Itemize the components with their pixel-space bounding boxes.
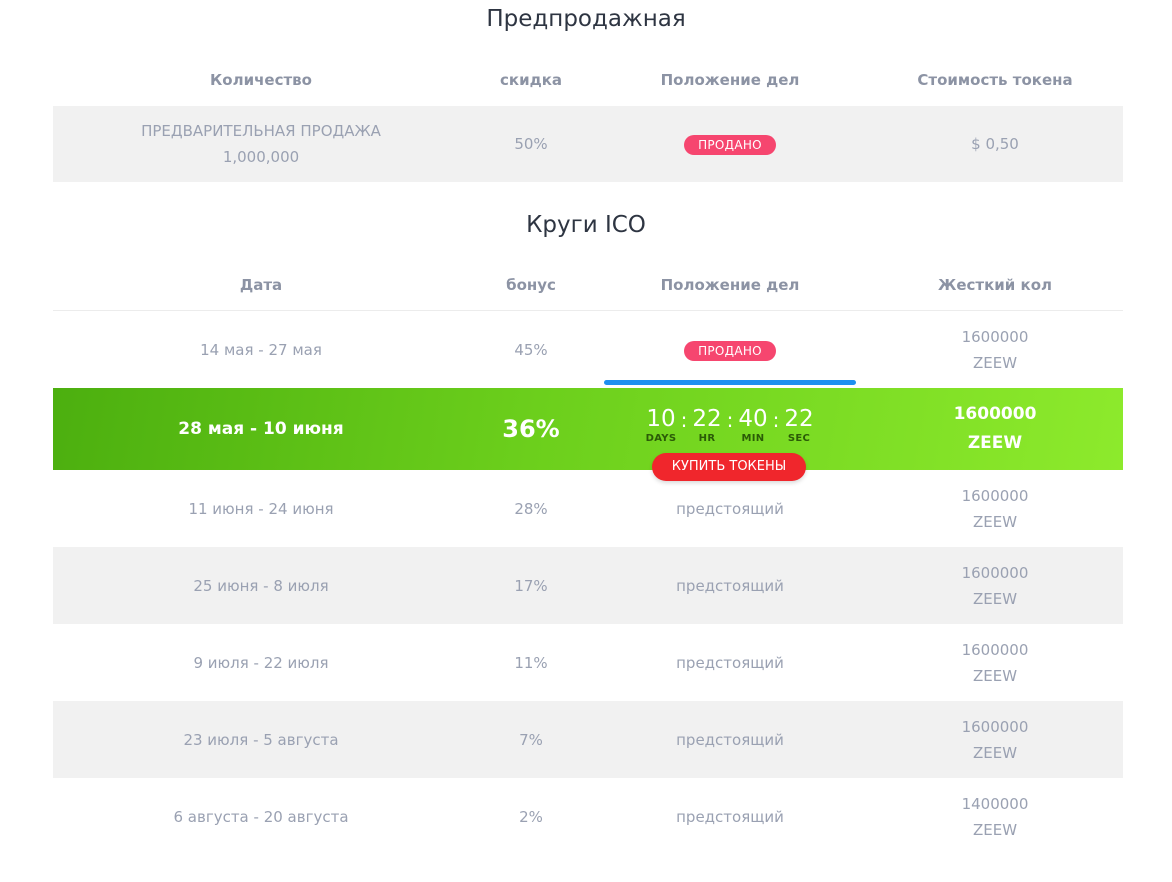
presale-discount: 50% xyxy=(514,135,548,153)
round-status: предстоящий xyxy=(676,499,784,518)
ico-table-header: Дата бонус Положение дел Жесткий кол xyxy=(53,273,1123,297)
table-row: 25 июня - 8 июля 17% предстоящий 1600000… xyxy=(53,547,1123,624)
hard-cap-unit: ZEEW xyxy=(972,589,1018,608)
ico-title: Круги ICO xyxy=(526,212,646,238)
hard-cap-amount: 1600000 xyxy=(961,327,1029,346)
header-hard-cap: Жесткий кол xyxy=(937,276,1053,294)
round-bonus: 28% xyxy=(514,499,548,518)
round-bonus: 36% xyxy=(502,415,560,443)
round-date: 11 июня - 24 июня xyxy=(188,499,334,518)
header-token-price: Стоимость токена xyxy=(917,71,1073,89)
round-date: 14 мая - 27 мая xyxy=(200,340,322,359)
countdown-hours: 22 HR xyxy=(688,407,726,444)
hard-cap-unit: ZEEW xyxy=(972,820,1018,839)
header-status: Положение дел xyxy=(660,71,800,89)
countdown-days-label: DAYS xyxy=(645,432,677,444)
presale-title: Предпродажная xyxy=(486,6,686,32)
round-bonus: 17% xyxy=(514,576,548,595)
countdown-seconds-label: SEC xyxy=(787,432,811,444)
presale-quantity-value: 1,000,000 xyxy=(222,148,300,166)
hard-cap-unit: ZEEW xyxy=(967,433,1023,453)
header-discount: скидка xyxy=(500,71,562,89)
countdown-separator: : xyxy=(726,407,734,432)
hard-cap-amount: 1600000 xyxy=(961,486,1029,505)
header-status: Положение дел xyxy=(660,276,800,294)
header-bonus: бонус xyxy=(506,276,556,294)
round-status: предстоящий xyxy=(676,576,784,595)
hard-cap-amount: 1400000 xyxy=(961,794,1029,813)
round-hard-cap: 1600000 ZEEW xyxy=(867,637,1123,689)
countdown-minutes-label: MIN xyxy=(741,432,765,444)
active-round-row: 28 мая - 10 июня 36% 10 DAYS : 22 HR : 4… xyxy=(53,388,1123,470)
countdown-minutes: 40 MIN xyxy=(734,407,772,444)
round-status: предстоящий xyxy=(676,807,784,826)
table-row: 6 августа - 20 августа 2% предстоящий 14… xyxy=(53,778,1123,855)
hard-cap-unit: ZEEW xyxy=(972,666,1018,685)
countdown-separator: : xyxy=(680,407,688,432)
hard-cap-amount: 1600000 xyxy=(953,404,1037,424)
table-row: 23 июля - 5 августа 7% предстоящий 16000… xyxy=(53,701,1123,778)
table-row: 9 июля - 22 июля 11% предстоящий 1600000… xyxy=(53,624,1123,701)
round-progress-bar xyxy=(604,380,856,385)
round-date: 28 мая - 10 июня xyxy=(178,419,344,439)
countdown-separator: : xyxy=(772,407,780,432)
header-quantity: Количество xyxy=(210,71,312,89)
presale-quantity: ПРЕДВАРИТЕЛЬНАЯ ПРОДАЖА 1,000,000 xyxy=(53,118,469,170)
presale-row: ПРЕДВАРИТЕЛЬНАЯ ПРОДАЖА 1,000,000 50% ПР… xyxy=(53,106,1123,182)
round-hard-cap: 1600000 ZEEW xyxy=(867,400,1123,458)
round-status: ПРОДАНО xyxy=(593,337,867,363)
hard-cap-unit: ZEEW xyxy=(972,743,1018,762)
round-bonus: 2% xyxy=(519,807,543,826)
table-row: 14 мая - 27 мая 45% ПРОДАНО 1600000 ZEEW xyxy=(53,310,1123,388)
countdown-days-value: 10 xyxy=(646,405,676,432)
countdown-minutes-value: 40 xyxy=(738,405,768,432)
round-bonus: 11% xyxy=(514,653,548,672)
round-status: предстоящий xyxy=(676,653,784,672)
presale-table-header: Количество скидка Положение дел Стоимост… xyxy=(53,68,1123,92)
countdown-hours-value: 22 xyxy=(692,405,722,432)
round-bonus: 7% xyxy=(519,730,543,749)
hard-cap-amount: 1600000 xyxy=(961,717,1029,736)
presale-quantity-label: ПРЕДВАРИТЕЛЬНАЯ ПРОДАЖА xyxy=(141,122,381,140)
round-bonus: 45% xyxy=(514,340,548,359)
round-hard-cap: 1600000 ZEEW xyxy=(867,714,1123,766)
round-date: 9 июля - 22 июля xyxy=(193,653,329,672)
round-date: 23 июля - 5 августа xyxy=(183,730,339,749)
countdown-timer: 10 DAYS : 22 HR : 40 MIN : 22 SEC xyxy=(593,407,867,444)
presale-price: $ 0,50 xyxy=(971,135,1019,153)
round-status: предстоящий xyxy=(676,730,784,749)
countdown-seconds-value: 22 xyxy=(784,405,814,432)
countdown-seconds: 22 SEC xyxy=(780,407,818,444)
round-hard-cap: 1600000 ZEEW xyxy=(867,324,1123,376)
presale-status: ПРОДАНО xyxy=(593,131,867,157)
sold-badge: ПРОДАНО xyxy=(684,135,776,155)
hard-cap-amount: 1600000 xyxy=(961,640,1029,659)
hard-cap-amount: 1600000 xyxy=(961,563,1029,582)
table-row: 11 июня - 24 июня 28% предстоящий 160000… xyxy=(53,470,1123,547)
countdown-hours-label: HR xyxy=(698,432,716,444)
sold-badge: ПРОДАНО xyxy=(684,340,776,361)
round-hard-cap: 1400000 ZEEW xyxy=(867,791,1123,843)
hard-cap-unit: ZEEW xyxy=(972,353,1018,372)
header-date: Дата xyxy=(239,276,283,294)
countdown-days: 10 DAYS xyxy=(642,407,680,444)
round-date: 25 июня - 8 июля xyxy=(193,576,329,595)
round-hard-cap: 1600000 ZEEW xyxy=(867,560,1123,612)
round-hard-cap: 1600000 ZEEW xyxy=(867,483,1123,535)
round-date: 6 августа - 20 августа xyxy=(173,807,349,826)
hard-cap-unit: ZEEW xyxy=(972,512,1018,531)
